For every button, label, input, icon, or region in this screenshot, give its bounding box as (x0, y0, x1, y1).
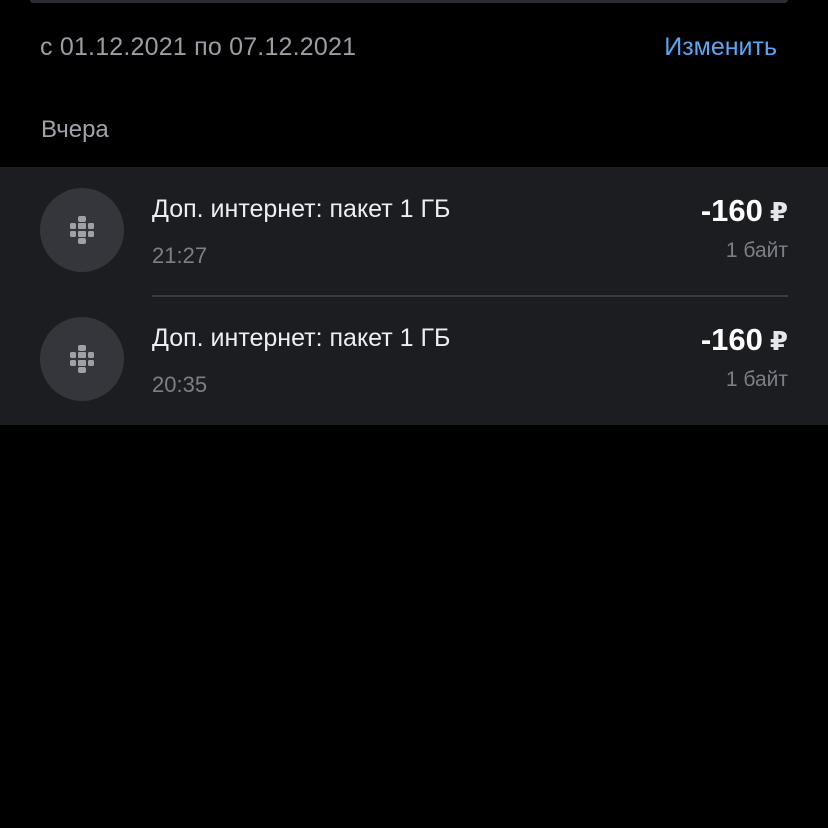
transaction-title: Доп. интернет: пакет 1 ГБ (152, 324, 451, 352)
amount-value: -160 (700, 193, 763, 228)
transaction-time: 21:27 (152, 243, 208, 268)
period-range: с 01.12.2021 по 07.12.2021 (40, 32, 357, 61)
transaction-amount: -160 ₽ (701, 322, 788, 358)
section-title: Вчера (41, 116, 109, 143)
currency-sign: ₽ (769, 197, 788, 227)
globe-icon (40, 317, 124, 401)
amount-value: -160 (700, 322, 763, 357)
transactions-card: Доп. интернет: пакет 1 ГБ 21:27 -160 ₽ 1… (0, 167, 828, 425)
currency-sign: ₽ (769, 326, 788, 356)
transaction-row[interactable]: Доп. интернет: пакет 1 ГБ 21:27 -160 ₽ 1… (0, 167, 828, 297)
transaction-volume: 1 байт (725, 368, 788, 391)
transaction-volume: 1 байт (725, 239, 788, 262)
transaction-time: 20:35 (152, 372, 208, 397)
change-period-link[interactable]: Изменить (664, 33, 777, 62)
transaction-amount: -160 ₽ (701, 193, 788, 229)
transaction-title: Доп. интернет: пакет 1 ГБ (152, 195, 451, 223)
period-row: с 01.12.2021 по 07.12.2021 Изменить (40, 30, 777, 64)
globe-icon (40, 188, 124, 272)
transaction-row[interactable]: Доп. интернет: пакет 1 ГБ 20:35 -160 ₽ 1… (0, 296, 828, 425)
top-card-edge (30, 0, 788, 3)
